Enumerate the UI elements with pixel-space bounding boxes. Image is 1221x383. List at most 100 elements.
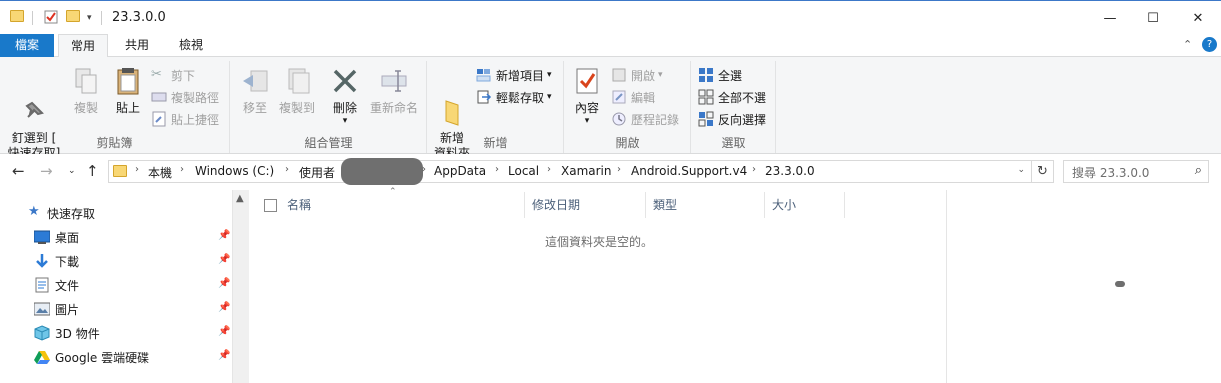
copy-path-button[interactable]: 複製路徑 bbox=[151, 87, 219, 107]
help-icon[interactable]: ? bbox=[1202, 37, 1217, 52]
copy-button[interactable]: 複製 bbox=[68, 65, 104, 116]
pin-icon bbox=[18, 80, 50, 118]
nav-scrollbar[interactable]: ▲ bbox=[232, 190, 249, 383]
column-header-size[interactable]: 大小 bbox=[765, 192, 845, 218]
nav-item-google-drive[interactable]: Google 雲端硬碟 📌 bbox=[0, 345, 232, 369]
select-group: 全選 全部不選 反向選擇 選取 bbox=[692, 61, 776, 153]
new-item-icon bbox=[476, 67, 492, 83]
ribbon-tabs: 檔案 常用 共用 檢視 ⌃ ? bbox=[0, 34, 1221, 58]
rename-button[interactable]: 重新命名 bbox=[368, 65, 420, 116]
tab-file[interactable]: 檔案 bbox=[0, 34, 54, 57]
delete-button[interactable]: 刪除 ▾ bbox=[329, 65, 361, 129]
breadcrumb-xamarin[interactable]: Xamarin bbox=[561, 164, 612, 178]
select-group-label: 選取 bbox=[721, 136, 746, 150]
breadcrumb-current-folder[interactable]: 23.3.0.0 bbox=[765, 164, 815, 178]
refresh-icon[interactable]: ↻ bbox=[1032, 160, 1054, 183]
minimize-button[interactable]: — bbox=[1087, 1, 1133, 35]
easy-access-button[interactable]: 輕鬆存取 ▾ bbox=[476, 87, 552, 107]
breadcrumb-appdata[interactable]: AppData bbox=[434, 164, 486, 178]
chevron-right-icon[interactable]: › bbox=[135, 164, 139, 175]
breadcrumb-drive-c[interactable]: Windows (C:) bbox=[195, 164, 274, 178]
new-group: 新增 資料夾 新增項目 ▾ 輕鬆存取 ▾ 新增 bbox=[428, 61, 564, 160]
up-arrow-icon[interactable]: ↑ bbox=[86, 162, 99, 180]
cut-button[interactable]: ✂ 剪下 bbox=[151, 65, 195, 85]
chevron-right-icon[interactable]: › bbox=[285, 164, 289, 175]
properties-button[interactable]: 內容 ▾ bbox=[571, 65, 603, 129]
move-to-button[interactable]: 移至 bbox=[239, 65, 271, 116]
address-history-chevron-icon[interactable]: ⌄ bbox=[1017, 165, 1025, 175]
customize-toolbar-icon[interactable]: ▾ bbox=[87, 13, 92, 23]
rename-label: 重新命名 bbox=[369, 101, 418, 115]
copy-path-label: 複製路徑 bbox=[171, 90, 220, 105]
pin-icon[interactable]: 📌 bbox=[218, 302, 230, 313]
nav-item-quick-access[interactable]: ★ 快速存取 bbox=[0, 201, 232, 225]
forward-arrow-icon[interactable]: → bbox=[40, 162, 53, 180]
chevron-right-icon[interactable]: › bbox=[617, 164, 621, 175]
nav-item-documents[interactable]: 文件 📌 bbox=[0, 273, 232, 297]
select-none-button[interactable]: 全部不選 bbox=[698, 87, 766, 107]
breadcrumb-android-support[interactable]: Android.Support.v4 bbox=[631, 164, 747, 178]
nav-item-pictures[interactable]: 圖片 📌 bbox=[0, 297, 232, 321]
properties-label: 內容 bbox=[574, 101, 599, 115]
open-icon bbox=[611, 67, 627, 83]
paste-button[interactable]: 貼上 bbox=[110, 65, 146, 116]
search-input[interactable]: 搜尋 23.3.0.0 ⌕ bbox=[1063, 160, 1209, 183]
scroll-up-icon[interactable]: ▲ bbox=[236, 193, 244, 204]
chevron-right-icon[interactable]: › bbox=[495, 164, 499, 175]
breadcrumb-this-pc[interactable]: 本機 bbox=[148, 164, 172, 181]
pin-icon[interactable]: 📌 bbox=[218, 350, 230, 361]
column-header-modified[interactable]: 修改日期 bbox=[525, 192, 646, 218]
cube-icon bbox=[34, 325, 50, 341]
pin-icon[interactable]: 📌 bbox=[218, 230, 230, 241]
maximize-button[interactable]: ☐ bbox=[1130, 1, 1176, 35]
nav-item-label: 下載 bbox=[55, 255, 80, 269]
invert-selection-button[interactable]: 反向選擇 bbox=[698, 109, 766, 129]
cursor-indicator bbox=[1115, 281, 1125, 287]
open-button[interactable]: 開啟 ▾ bbox=[611, 65, 663, 85]
new-folder-quick-icon[interactable] bbox=[66, 10, 80, 22]
tab-home[interactable]: 常用 bbox=[58, 34, 108, 58]
star-icon: ★ bbox=[28, 204, 40, 219]
redacted-username[interactable] bbox=[341, 158, 423, 185]
breadcrumb-users[interactable]: 使用者 bbox=[299, 164, 335, 181]
chevron-right-icon[interactable]: › bbox=[422, 164, 426, 175]
column-header-name[interactable]: 名稱 bbox=[280, 192, 525, 218]
pin-icon[interactable]: 📌 bbox=[218, 326, 230, 337]
folder-icon bbox=[113, 165, 127, 177]
invert-selection-icon bbox=[698, 111, 714, 127]
open-group: 內容 ▾ 開啟 ▾ 編輯 歷程記錄 開啟 bbox=[565, 61, 691, 153]
back-arrow-icon[interactable]: ← bbox=[12, 162, 25, 180]
new-item-label: 新增項目 bbox=[496, 68, 545, 83]
tab-view[interactable]: 檢視 bbox=[166, 34, 216, 57]
pin-icon[interactable]: 📌 bbox=[218, 254, 230, 265]
nav-item-3d-objects[interactable]: 3D 物件 📌 bbox=[0, 321, 232, 345]
tab-share[interactable]: 共用 bbox=[112, 34, 162, 57]
empty-folder-message: 這個資料夾是空的。 bbox=[545, 235, 654, 249]
chevron-right-icon[interactable]: › bbox=[547, 164, 551, 175]
recent-locations-chevron-icon[interactable]: ⌄ bbox=[68, 166, 76, 176]
folder-icon[interactable] bbox=[10, 10, 24, 22]
address-bar[interactable]: › 本機 › Windows (C:) › 使用者 › › AppData › … bbox=[108, 158, 1032, 185]
preview-pane bbox=[946, 190, 1221, 383]
chevron-right-icon[interactable]: › bbox=[752, 164, 756, 175]
history-button[interactable]: 歷程記錄 bbox=[611, 109, 679, 129]
select-none-label: 全部不選 bbox=[718, 90, 767, 105]
chevron-right-icon[interactable]: › bbox=[180, 164, 184, 175]
edit-button[interactable]: 編輯 bbox=[611, 87, 655, 107]
properties-quick-icon[interactable] bbox=[44, 10, 58, 24]
copy-to-button[interactable]: 複製到 bbox=[277, 65, 317, 116]
select-all-checkbox[interactable] bbox=[264, 199, 277, 212]
close-button[interactable]: ✕ bbox=[1175, 1, 1221, 35]
breadcrumb-local[interactable]: Local bbox=[508, 164, 539, 178]
nav-item-desktop[interactable]: 桌面 📌 bbox=[0, 225, 232, 249]
pin-icon[interactable]: 📌 bbox=[218, 278, 230, 289]
select-all-icon bbox=[698, 67, 714, 83]
paste-shortcut-button[interactable]: 貼上捷徑 bbox=[151, 109, 219, 129]
select-none-icon bbox=[698, 89, 714, 105]
column-header-type[interactable]: 類型 bbox=[646, 192, 765, 218]
select-all-button[interactable]: 全選 bbox=[698, 65, 742, 85]
nav-item-downloads[interactable]: 下載 📌 bbox=[0, 249, 232, 273]
new-item-button[interactable]: 新增項目 ▾ bbox=[476, 65, 552, 85]
collapse-ribbon-icon[interactable]: ⌃ bbox=[1183, 38, 1192, 51]
new-folder-icon bbox=[436, 80, 468, 126]
